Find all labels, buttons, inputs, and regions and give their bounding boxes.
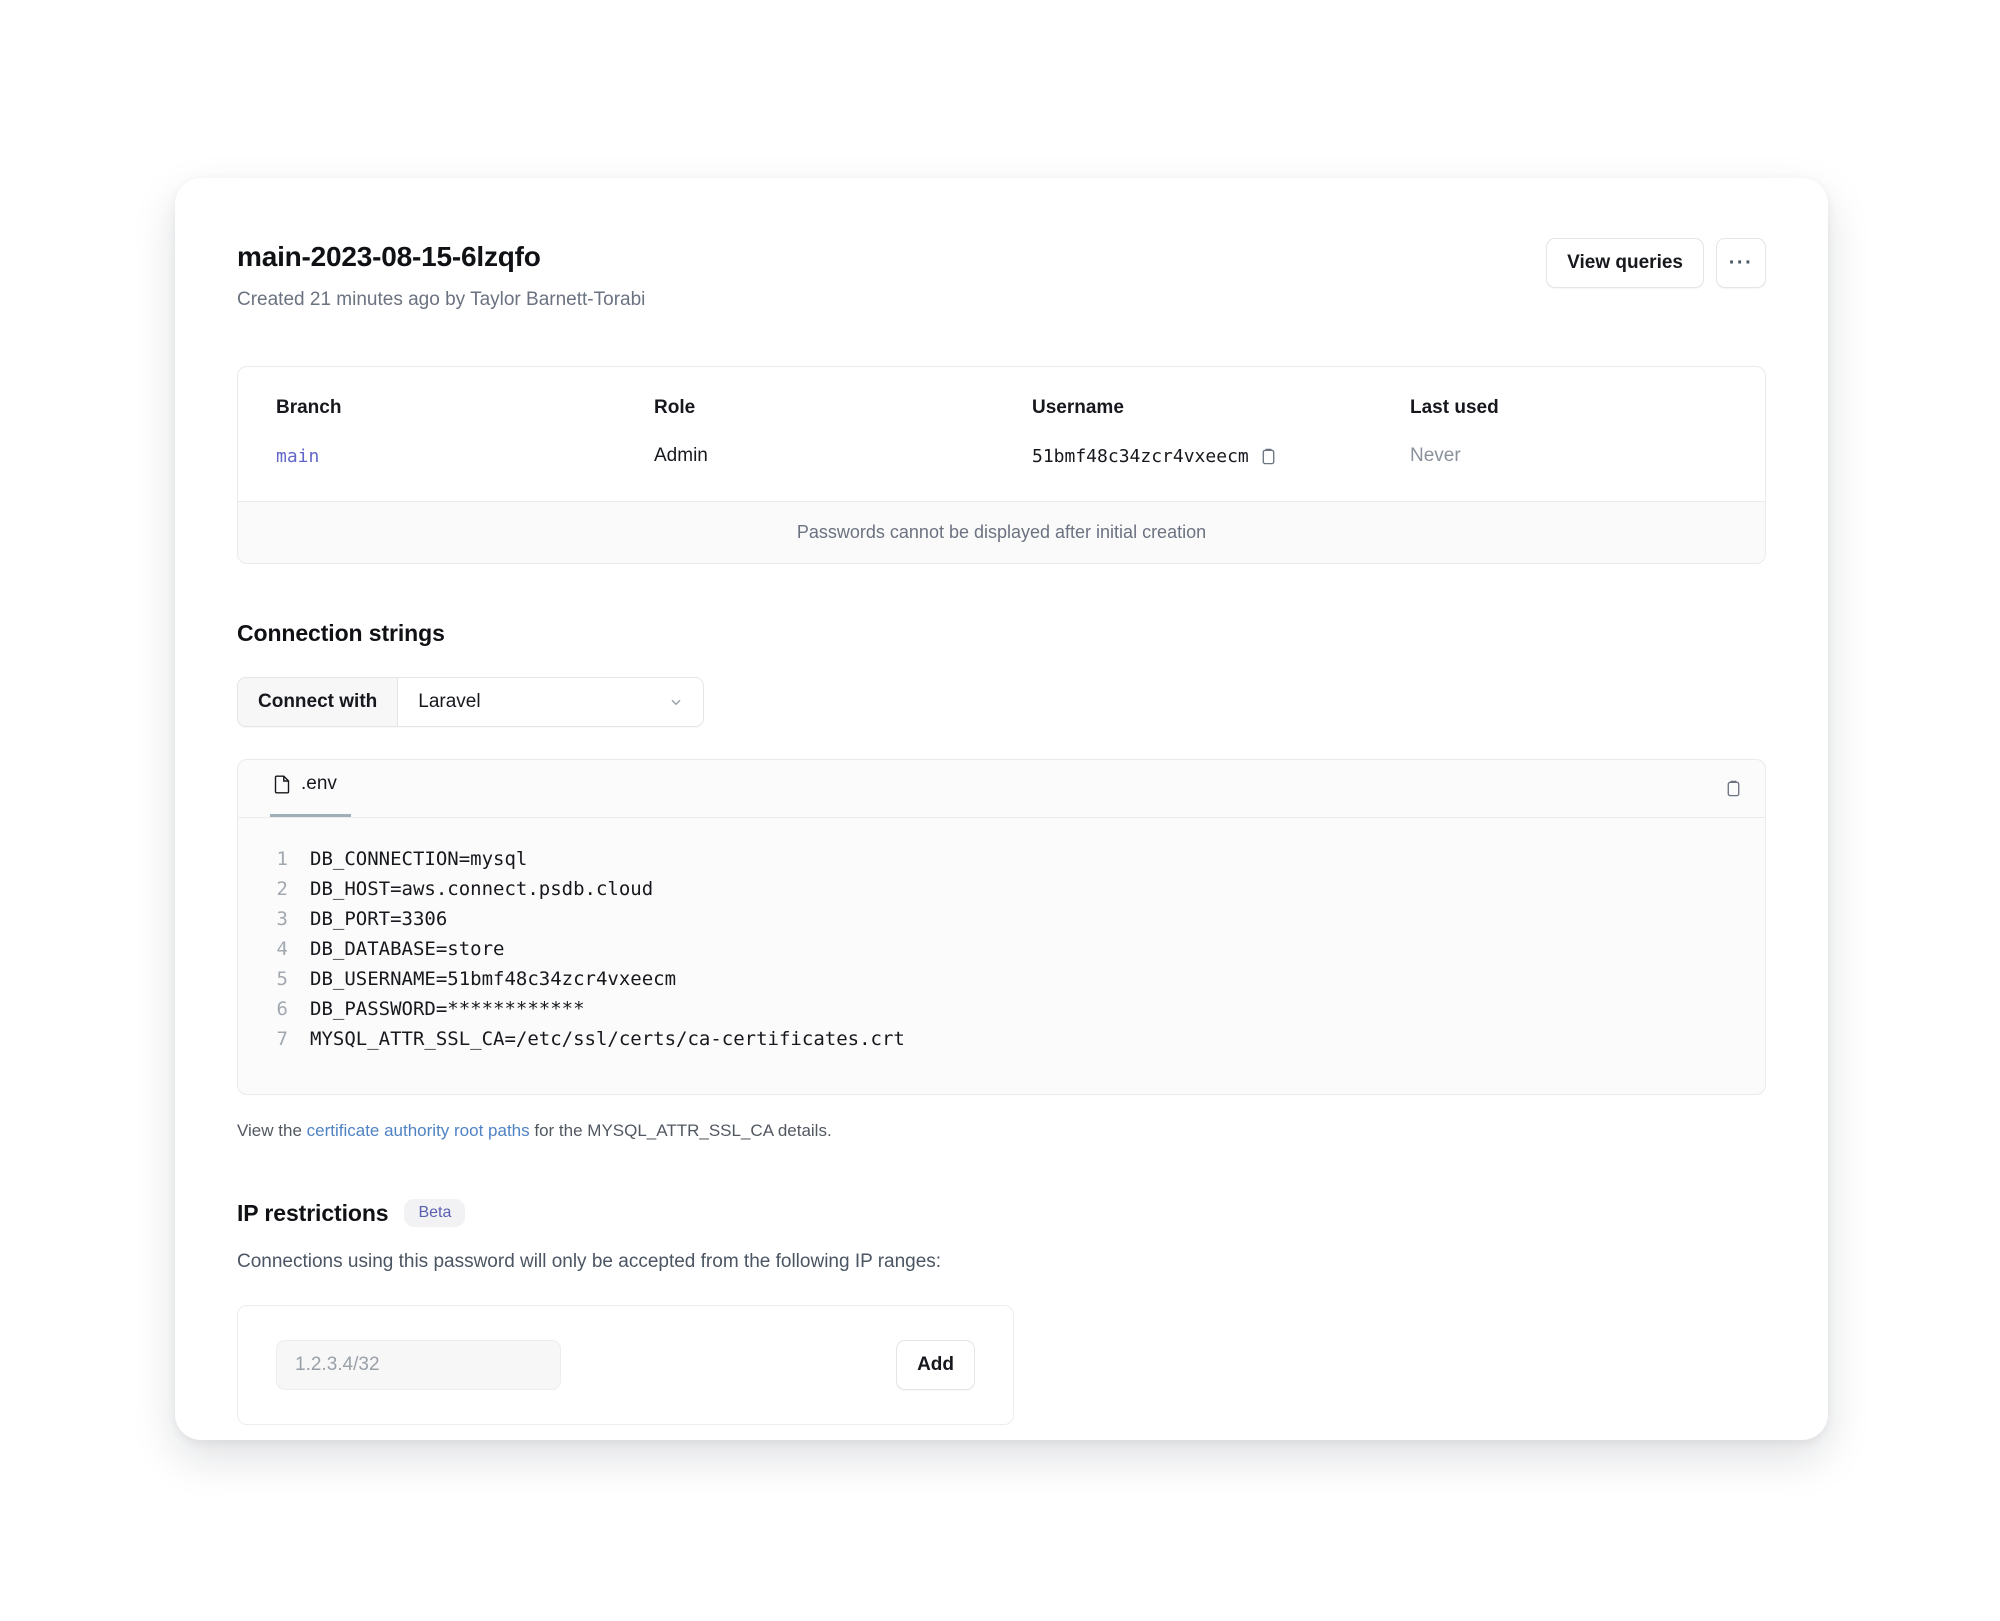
username-value: 51bmf48c34zcr4vxeecm bbox=[1032, 445, 1249, 467]
code-footnote: View the certificate authority root path… bbox=[237, 1121, 1766, 1141]
tab-env[interactable]: .env bbox=[270, 760, 351, 817]
connect-with-label: Connect with bbox=[238, 678, 399, 727]
code-tabs: .env bbox=[270, 760, 351, 817]
copy-icon bbox=[1727, 781, 1740, 797]
branch-link[interactable]: main bbox=[276, 446, 319, 467]
code-content: 1 DB_CONNECTION=mysql 2 DB_HOST=aws.conn… bbox=[238, 818, 1765, 1094]
credentials-grid: Branch Role Username Last used main Admi… bbox=[238, 367, 1765, 501]
column-header-username: Username bbox=[1032, 397, 1124, 419]
line-number: 1 bbox=[276, 848, 288, 871]
code-line: 1 DB_CONNECTION=mysql bbox=[238, 844, 1765, 874]
code-block: .env 1 DB_CONNECTION=mysql 2 DB_HOST=aws… bbox=[237, 759, 1766, 1096]
more-options-button[interactable]: ··· bbox=[1716, 238, 1766, 288]
line-number: 4 bbox=[276, 938, 288, 961]
line-content: DB_USERNAME=51bmf48c34zcr4vxeecm bbox=[310, 968, 677, 991]
ellipsis-icon: ··· bbox=[1728, 252, 1754, 274]
cell-last-used: Never bbox=[1410, 445, 1461, 467]
file-icon bbox=[274, 775, 290, 794]
code-line: 6 DB_PASSWORD=************ bbox=[238, 994, 1765, 1024]
column-header-role: Role bbox=[654, 397, 696, 419]
line-number: 6 bbox=[276, 998, 288, 1021]
page-subtitle: Created 21 minutes ago by Taylor Barnett… bbox=[237, 288, 646, 310]
line-content: DB_HOST=aws.connect.psdb.cloud bbox=[310, 878, 654, 901]
ca-root-paths-link[interactable]: certificate authority root paths bbox=[307, 1121, 530, 1140]
line-content: DB_CONNECTION=mysql bbox=[310, 848, 528, 871]
tab-env-label: .env bbox=[301, 772, 337, 794]
code-line: 3 DB_PORT=3306 bbox=[238, 904, 1765, 934]
code-line: 7 MYSQL_ATTR_SSL_CA=/etc/ssl/certs/ca-ce… bbox=[238, 1024, 1765, 1054]
copy-code-button[interactable] bbox=[1724, 779, 1743, 817]
ip-restrictions-section: IP restrictions Beta Connections using t… bbox=[237, 1199, 1766, 1426]
ip-restrictions-title-row: IP restrictions Beta bbox=[237, 1199, 1766, 1228]
code-line: 5 DB_USERNAME=51bmf48c34zcr4vxeecm bbox=[238, 964, 1765, 994]
line-number: 7 bbox=[276, 1028, 288, 1051]
line-content: DB_PASSWORD=************ bbox=[310, 998, 585, 1021]
password-details-card: main-2023-08-15-6lzqfo Created 21 minute… bbox=[175, 178, 1828, 1440]
connection-strings-section: Connection strings Connect with Laravel bbox=[237, 620, 1766, 1141]
line-number: 2 bbox=[276, 878, 288, 901]
code-line: 4 DB_DATABASE=store bbox=[238, 934, 1765, 964]
framework-select[interactable]: Laravel bbox=[398, 678, 704, 727]
password-display-note: Passwords cannot be displayed after init… bbox=[238, 501, 1765, 564]
column-header-branch: Branch bbox=[276, 397, 342, 419]
ip-restrictions-title: IP restrictions bbox=[237, 1199, 389, 1226]
chevron-down-icon bbox=[671, 699, 681, 706]
line-number: 5 bbox=[276, 968, 288, 991]
view-queries-button[interactable]: View queries bbox=[1546, 238, 1704, 288]
app-root: main-2023-08-15-6lzqfo Created 21 minute… bbox=[0, 0, 2000, 1621]
credentials-table: Branch Role Username Last used main Admi… bbox=[237, 366, 1766, 565]
cell-branch: main bbox=[276, 445, 654, 467]
code-line: 2 DB_HOST=aws.connect.psdb.cloud bbox=[238, 874, 1765, 904]
beta-badge: Beta bbox=[404, 1199, 466, 1228]
cell-username: 51bmf48c34zcr4vxeecm bbox=[1032, 445, 1410, 467]
line-number: 3 bbox=[276, 908, 288, 931]
framework-select-value: Laravel bbox=[418, 691, 481, 713]
add-ip-button[interactable]: Add bbox=[896, 1340, 975, 1391]
connection-strings-title: Connection strings bbox=[237, 620, 445, 647]
copy-username-icon[interactable] bbox=[1259, 447, 1278, 466]
column-header-last-used: Last used bbox=[1410, 397, 1499, 419]
header-actions: View queries ··· bbox=[1546, 238, 1766, 288]
code-block-header: .env bbox=[238, 760, 1765, 819]
line-content: MYSQL_ATTR_SSL_CA=/etc/ssl/certs/ca-cert… bbox=[310, 1028, 905, 1051]
footnote-suffix: for the MYSQL_ATTR_SSL_CA details. bbox=[529, 1121, 832, 1141]
ip-restrictions-description: Connections using this password will onl… bbox=[237, 1251, 942, 1273]
footnote-prefix: View the bbox=[237, 1121, 307, 1141]
ip-range-input[interactable] bbox=[276, 1340, 561, 1391]
title-group: main-2023-08-15-6lzqfo Created 21 minute… bbox=[237, 238, 645, 312]
ip-range-form: Add bbox=[237, 1305, 1014, 1426]
line-content: DB_DATABASE=store bbox=[310, 938, 505, 961]
card-header: main-2023-08-15-6lzqfo Created 21 minute… bbox=[237, 238, 1766, 312]
connect-with-control: Connect with Laravel bbox=[237, 677, 705, 728]
page-title: main-2023-08-15-6lzqfo bbox=[237, 241, 541, 272]
line-content: DB_PORT=3306 bbox=[310, 908, 448, 931]
cell-role: Admin bbox=[654, 445, 708, 467]
